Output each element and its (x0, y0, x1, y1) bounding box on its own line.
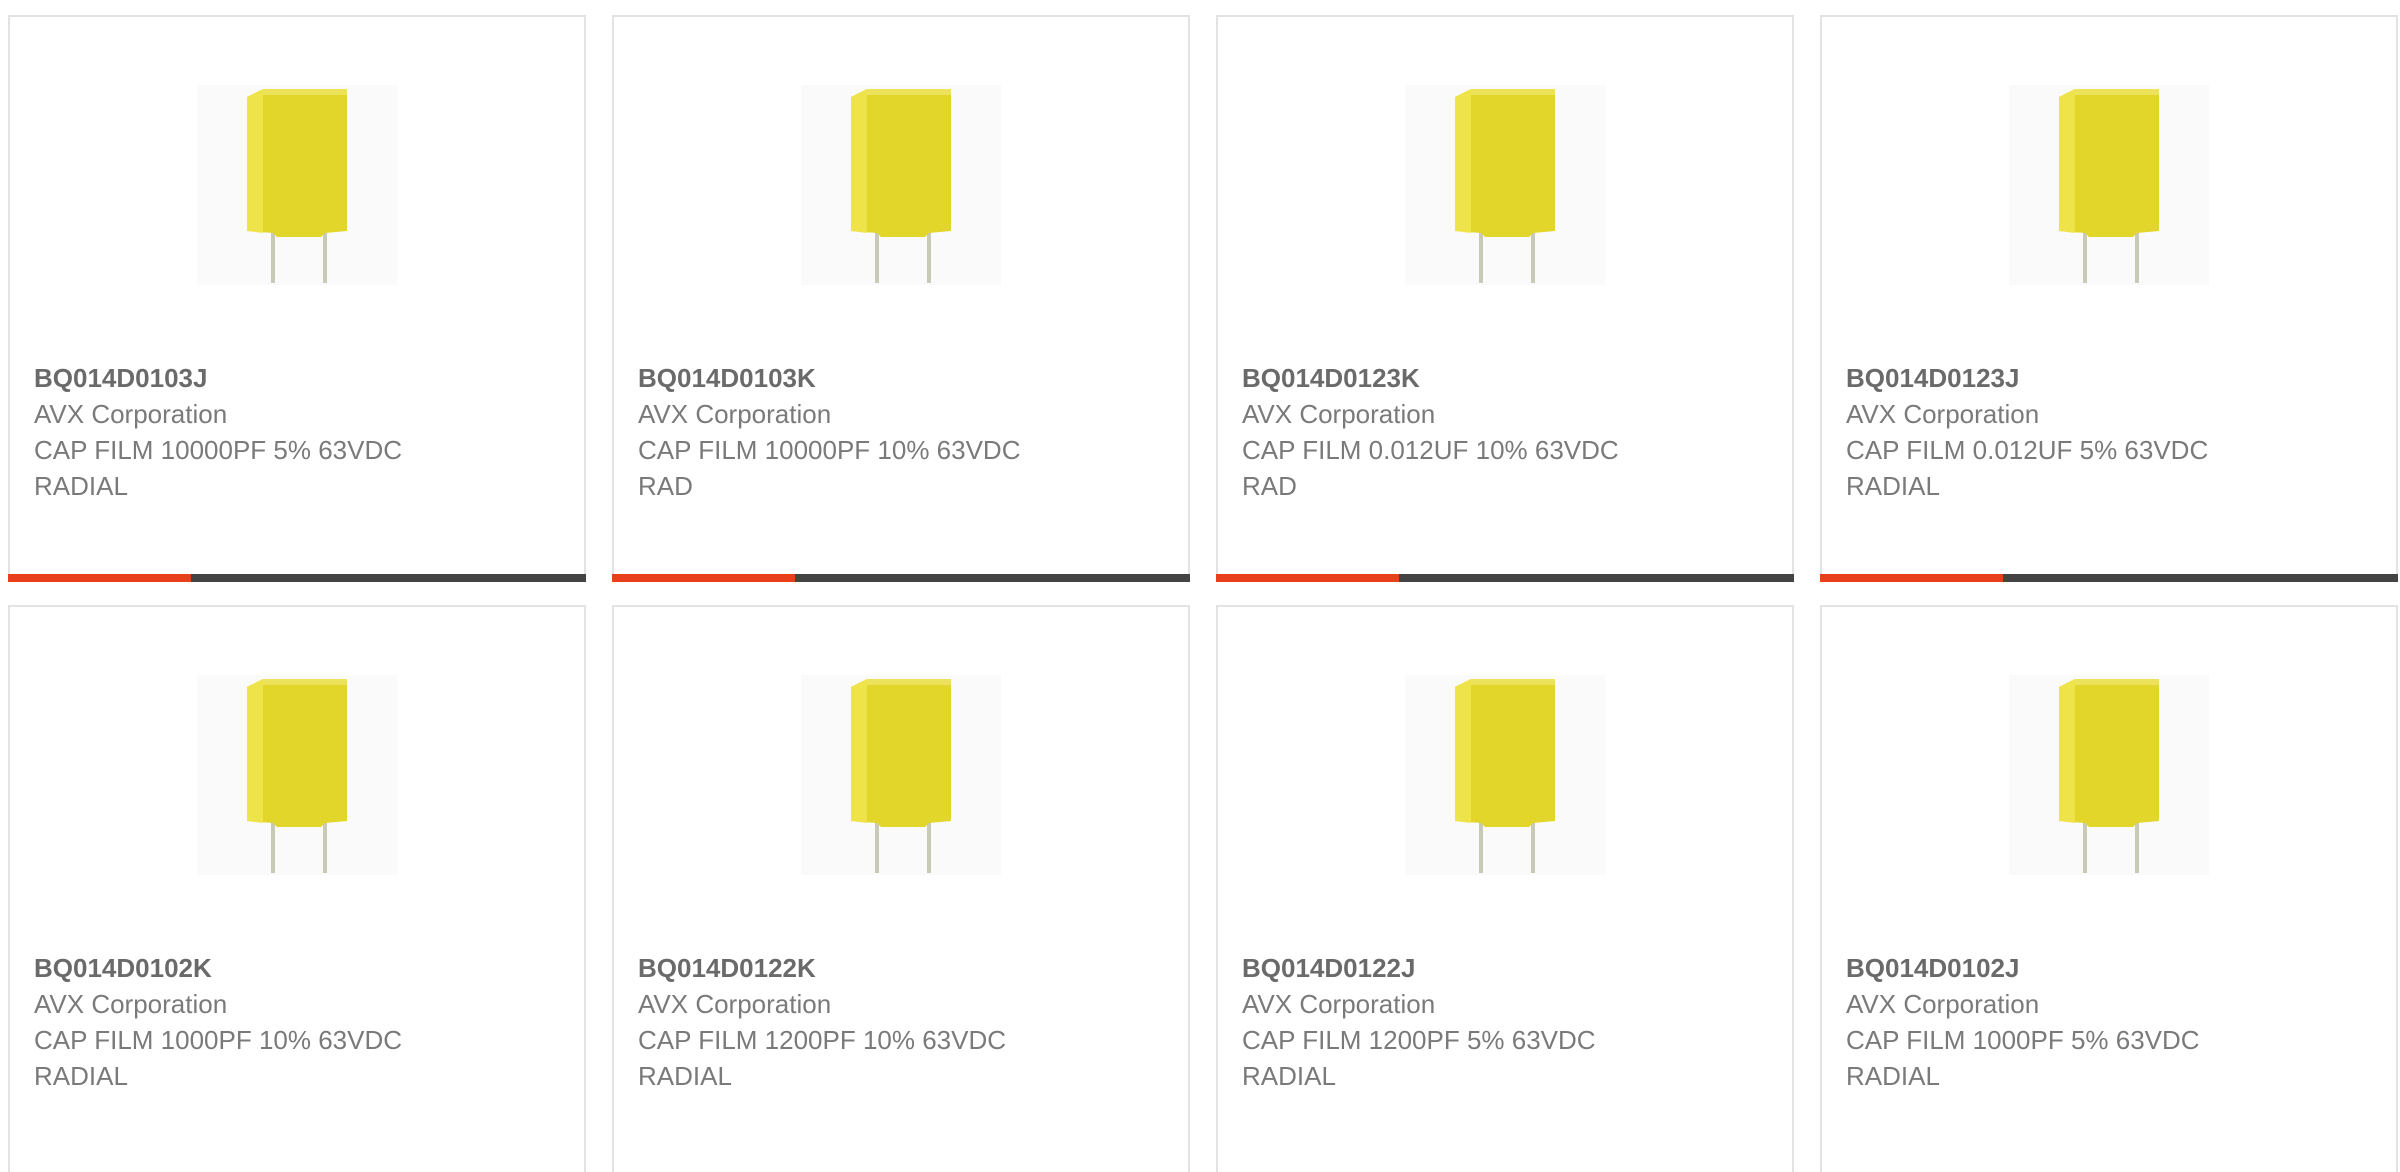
product-info: BQ014D0123J AVX Corporation CAP FILM 0.012… (1846, 360, 2366, 504)
description-line-2: RAD (638, 471, 693, 501)
part-number-link[interactable]: BQ014D0122J (1242, 950, 1762, 986)
product-info: BQ014D0122J AVX Corporation CAP FILM 1200P… (1242, 950, 1762, 1094)
manufacturer-label: AVX Corporation (638, 989, 832, 1019)
product-info: BQ014D0103J AVX Corporation CAP FILM 10000… (34, 360, 554, 504)
description-line-1: CAP FILM 0.012UF 5% 63VDC (1846, 435, 2209, 465)
accent-bar-segment (1820, 574, 2003, 582)
track-bar-segment (1399, 574, 1794, 582)
product-card[interactable]: BQ014D0122K AVX Corporation CAP FILM 1200P… (612, 605, 1190, 1172)
manufacturer-label: AVX Corporation (1846, 399, 2040, 429)
product-info: BQ014D0102K AVX Corporation CAP FILM 1000P… (34, 950, 554, 1094)
description-line-2: RADIAL (34, 1061, 128, 1091)
part-number-link[interactable]: BQ014D0123J (1846, 360, 2366, 396)
card-accent-bar (8, 574, 586, 582)
description-line-2: RADIAL (1242, 1061, 1336, 1091)
product-card[interactable]: BQ014D0102J AVX Corporation CAP FILM 1000P… (1820, 605, 2398, 1172)
description-line-1: CAP FILM 1200PF 10% 63VDC (638, 1025, 1007, 1055)
accent-bar-segment (8, 574, 191, 582)
description-line-1: CAP FILM 1200PF 5% 63VDC (1242, 1025, 1596, 1055)
track-bar-segment (2003, 574, 2398, 582)
manufacturer-label: AVX Corporation (638, 399, 832, 429)
description-line-1: CAP FILM 10000PF 10% 63VDC (638, 435, 1021, 465)
card-accent-bar (612, 574, 1190, 582)
part-number-link[interactable]: BQ014D0103K (638, 360, 1158, 396)
product-image[interactable] (1405, 85, 1605, 285)
product-info: BQ014D0102J AVX Corporation CAP FILM 1000P… (1846, 950, 2366, 1094)
track-bar-segment (795, 574, 1190, 582)
product-image[interactable] (2009, 85, 2209, 285)
track-bar-segment (191, 574, 586, 582)
card-accent-bar (1820, 574, 2398, 582)
product-card[interactable]: BQ014D0103J AVX Corporation CAP FILM 10000… (8, 15, 586, 582)
product-card[interactable]: BQ014D0123K AVX Corporation CAP FILM 0.012… (1216, 15, 1794, 582)
product-info: BQ014D0103K AVX Corporation CAP FILM 10000… (638, 360, 1158, 504)
description-line-2: RADIAL (1846, 471, 1940, 501)
description-line-2: RADIAL (34, 471, 128, 501)
part-number-link[interactable]: BQ014D0103J (34, 360, 554, 396)
part-number-link[interactable]: BQ014D0102K (34, 950, 554, 986)
product-grid: BQ014D0103J AVX Corporation CAP FILM 10000… (8, 15, 2398, 1172)
description-line-1: CAP FILM 10000PF 5% 63VDC (34, 435, 403, 465)
manufacturer-label: AVX Corporation (1242, 989, 1436, 1019)
manufacturer-label: AVX Corporation (1242, 399, 1436, 429)
description-line-2: RADIAL (638, 1061, 732, 1091)
product-image[interactable] (1405, 675, 1605, 875)
product-info: BQ014D0122K AVX Corporation CAP FILM 1200P… (638, 950, 1158, 1094)
manufacturer-label: AVX Corporation (34, 989, 228, 1019)
product-image[interactable] (197, 85, 397, 285)
product-image[interactable] (197, 675, 397, 875)
product-card[interactable]: BQ014D0102K AVX Corporation CAP FILM 1000P… (8, 605, 586, 1172)
product-info: BQ014D0123K AVX Corporation CAP FILM 0.012… (1242, 360, 1762, 504)
description-line-1: CAP FILM 1000PF 10% 63VDC (34, 1025, 403, 1055)
product-image[interactable] (801, 675, 1001, 875)
part-number-link[interactable]: BQ014D0122K (638, 950, 1158, 986)
product-image[interactable] (801, 85, 1001, 285)
part-number-link[interactable]: BQ014D0102J (1846, 950, 2366, 986)
manufacturer-label: AVX Corporation (34, 399, 228, 429)
description-line-2: RAD (1242, 471, 1297, 501)
description-line-1: CAP FILM 1000PF 5% 63VDC (1846, 1025, 2200, 1055)
accent-bar-segment (1216, 574, 1399, 582)
product-image[interactable] (2009, 675, 2209, 875)
description-line-1: CAP FILM 0.012UF 10% 63VDC (1242, 435, 1619, 465)
card-accent-bar (1216, 574, 1794, 582)
part-number-link[interactable]: BQ014D0123K (1242, 360, 1762, 396)
accent-bar-segment (612, 574, 795, 582)
product-card[interactable]: BQ014D0122J AVX Corporation CAP FILM 1200P… (1216, 605, 1794, 1172)
manufacturer-label: AVX Corporation (1846, 989, 2040, 1019)
description-line-2: RADIAL (1846, 1061, 1940, 1091)
product-card[interactable]: BQ014D0123J AVX Corporation CAP FILM 0.012… (1820, 15, 2398, 582)
product-card[interactable]: BQ014D0103K AVX Corporation CAP FILM 10000… (612, 15, 1190, 582)
